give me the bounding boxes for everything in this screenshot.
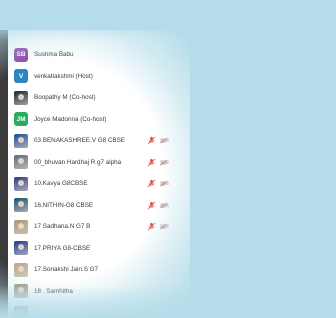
participant-status <box>147 222 169 231</box>
participant-row[interactable]: 03 BENAKASHREE.V G8 CBSE <box>8 130 190 152</box>
participant-name: Sushma Babu <box>34 51 74 59</box>
participant-row[interactable]: 17.Sonakshi Jain.S G7 <box>8 259 190 281</box>
video-off-icon <box>160 223 169 230</box>
participant-row[interactable]: SB Sushma Babu <box>8 44 190 66</box>
avatar-photo-figure <box>18 136 24 143</box>
mic-muted-icon <box>147 179 156 188</box>
participant-row[interactable]: 17.PRIYA G8-CBSE <box>8 238 190 260</box>
participant-row[interactable]: 16.NITHIN-G8 CBSE <box>8 195 190 217</box>
participant-row[interactable]: 17 Sadhana.N G7 B <box>8 216 190 238</box>
participant-status <box>147 158 169 167</box>
participant-name: 16.NITHIN-G8 CBSE <box>34 201 94 209</box>
participant-row[interactable]: 00_bhuvan Hardhaj R g7 alpha <box>8 152 190 174</box>
avatar-photo-figure <box>18 179 24 186</box>
stage: SB Sushma Babu Vvenkatlakshmi (Host) Boopat… <box>0 0 336 318</box>
video-off-icon <box>160 202 169 208</box>
avatar <box>14 198 28 213</box>
participant-row[interactable]: 10.Kavya G8CBSE <box>8 173 190 195</box>
participant-status <box>147 136 169 145</box>
mic-muted-icon <box>147 222 156 231</box>
mic-muted-icon <box>147 201 156 209</box>
avatar: V <box>14 69 28 84</box>
participant-status <box>147 201 169 210</box>
participant-name: 03 BENAKASHREE.V G8 CBSE <box>34 137 125 145</box>
participant-name: venkatlakshmi (Host) <box>34 72 93 80</box>
avatar-photo-figure <box>18 93 24 100</box>
participants-list: SB Sushma Babu Vvenkatlakshmi (Host) Boopat… <box>8 44 190 318</box>
avatar-photo-figure <box>18 222 24 229</box>
participant-name: 10.Kavya G8CBSE <box>34 180 88 188</box>
participant-name: 17.PRIYA G8-CBSE <box>34 244 91 252</box>
avatar-photo-figure <box>18 265 24 272</box>
avatar <box>14 90 28 105</box>
participant-row[interactable] <box>8 302 190 318</box>
video-off-icon <box>160 180 169 187</box>
avatar-photo-figure <box>18 287 24 294</box>
video-off-icon <box>160 137 169 144</box>
participant-name: 00_bhuvan Hardhaj R g7 alpha <box>34 158 122 166</box>
avatar: JM <box>14 112 28 127</box>
participant-name: 18 . Samhitha <box>34 287 73 295</box>
participant-name: 17 Sadhana.N G7 B <box>34 223 91 231</box>
participant-status <box>147 179 169 188</box>
participant-row[interactable]: 18 . Samhitha <box>8 281 190 303</box>
video-off-icon <box>160 159 169 165</box>
mic-muted-icon <box>147 136 156 145</box>
avatar <box>14 176 28 191</box>
avatar-photo-figure <box>18 308 24 315</box>
participant-row[interactable]: JM Joyce Madonna (Co-host) <box>8 109 190 131</box>
participant-name: Boopathy M (Co-host) <box>34 94 96 102</box>
avatar <box>14 284 28 299</box>
panel-dark-edge <box>0 30 8 318</box>
avatar-photo-figure <box>18 244 24 251</box>
participant-row[interactable]: Boopathy M (Co-host) <box>8 87 190 109</box>
avatar-photo-figure <box>18 158 24 165</box>
avatar <box>14 155 28 170</box>
avatar <box>14 241 28 256</box>
avatar-photo-figure <box>18 201 24 208</box>
avatar <box>14 262 28 277</box>
avatar: SB <box>14 47 28 62</box>
participant-name: 17.Sonakshi Jain.S G7 <box>34 266 99 274</box>
avatar <box>14 305 28 318</box>
participant-name: Joyce Madonna (Co-host) <box>34 115 107 123</box>
avatar <box>14 219 28 234</box>
mic-muted-icon <box>147 158 156 166</box>
participant-row[interactable]: Vvenkatlakshmi (Host) <box>8 66 190 88</box>
avatar <box>14 133 28 148</box>
